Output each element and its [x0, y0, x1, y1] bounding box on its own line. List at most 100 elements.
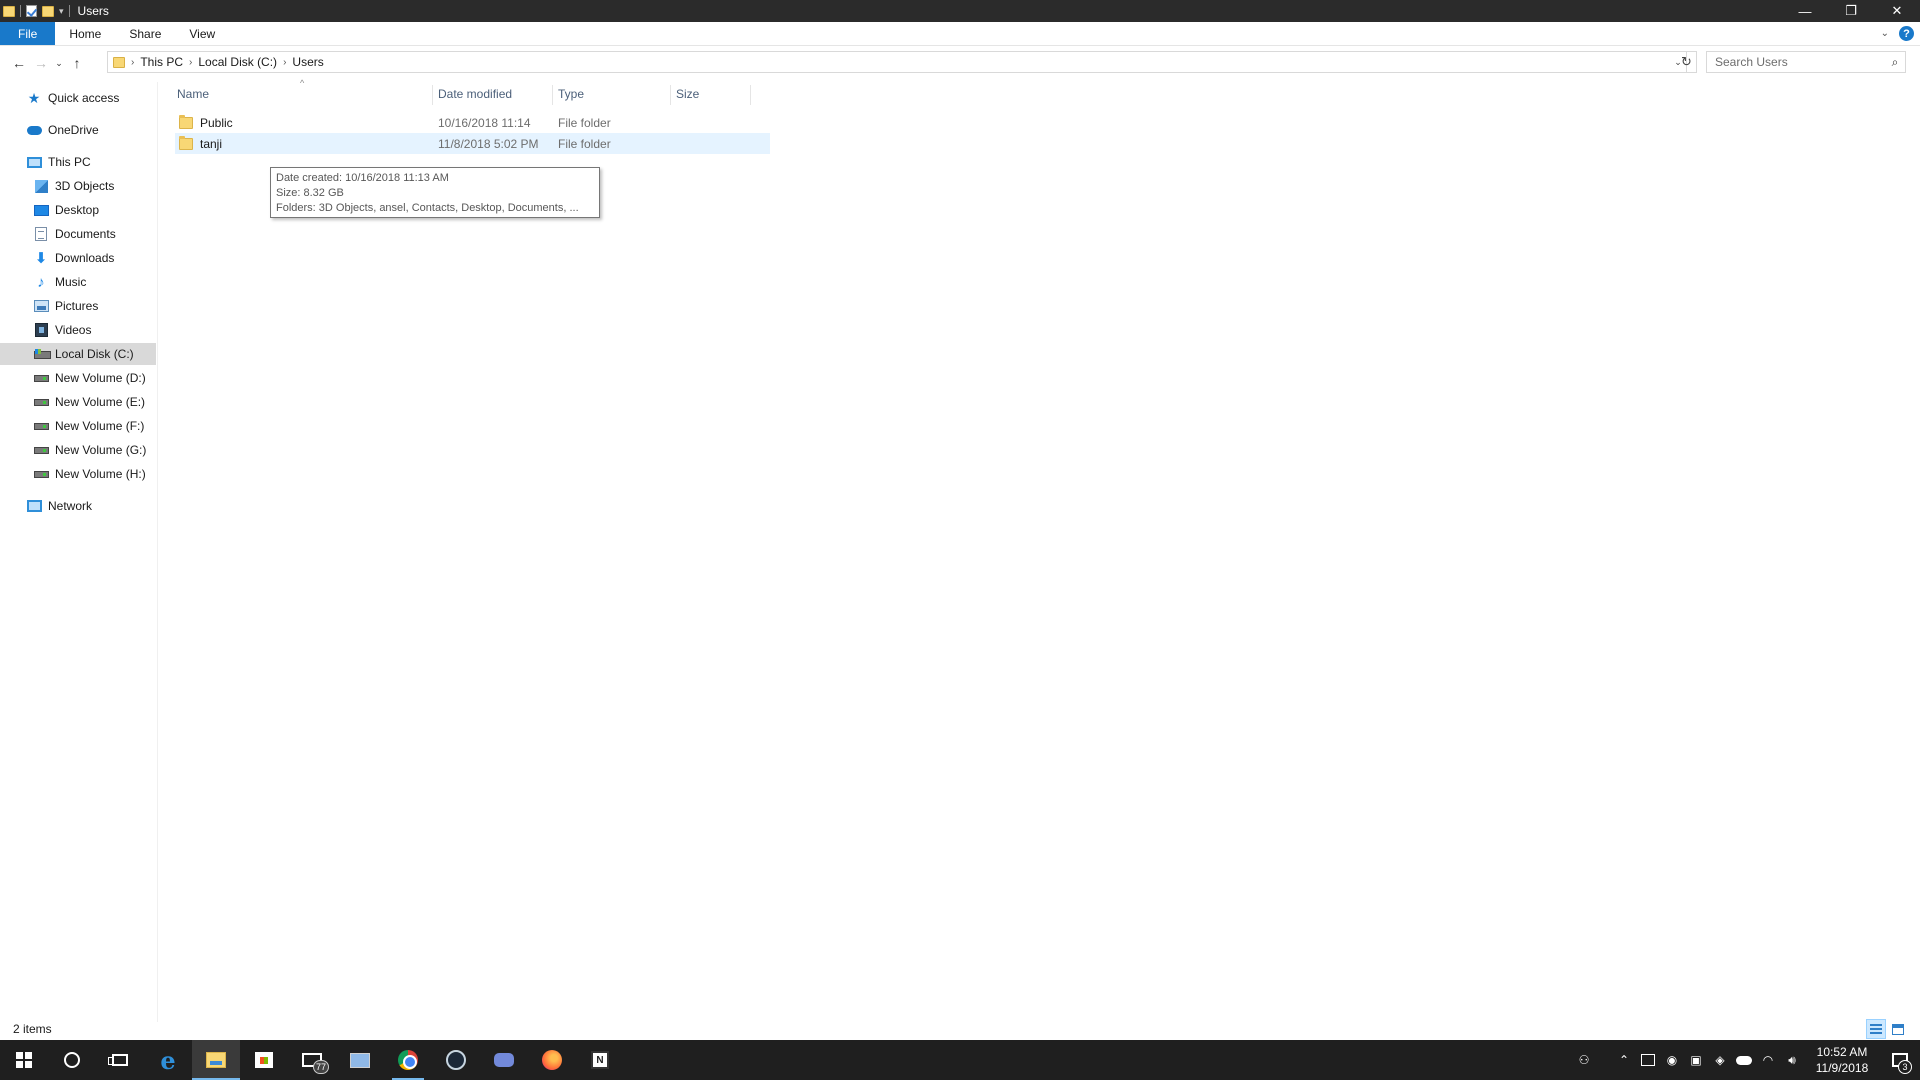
clock-time: 10:52 AM — [1816, 1045, 1868, 1059]
search-icon[interactable]: ⌕ — [1885, 55, 1905, 70]
taskbar-chrome[interactable] — [384, 1040, 432, 1080]
ribbon-tabs: File Home Share View ⌄ ? — [0, 22, 1920, 46]
recent-locations-chevron-icon[interactable]: ⌄ — [52, 51, 66, 75]
refresh-button[interactable]: ↻ — [1677, 51, 1697, 73]
people-icon: ⚇ — [1578, 1053, 1590, 1067]
taskbar-edge[interactable]: e — [144, 1040, 192, 1080]
tab-file[interactable]: File — [0, 22, 56, 45]
clock[interactable]: 10:52 AM 11/9/2018 — [1804, 1044, 1880, 1076]
taskbar-mail[interactable]: 77 — [288, 1040, 336, 1080]
taskbar-discord[interactable] — [480, 1040, 528, 1080]
tray-app-button[interactable] — [1636, 1040, 1660, 1080]
taskbar-file-explorer[interactable] — [192, 1040, 240, 1080]
start-button[interactable] — [0, 1040, 48, 1080]
column-header-size[interactable]: Size — [676, 82, 736, 106]
tray-discord-button[interactable]: ▣ — [1684, 1040, 1708, 1080]
sidebar-item-label: 3D Objects — [55, 179, 115, 193]
table-row[interactable]: tanji 11/8/2018 5:02 PM File folder — [175, 133, 770, 154]
minimize-button[interactable]: — — [1782, 0, 1828, 22]
people-button[interactable]: ⚇ — [1572, 1040, 1596, 1080]
notification-count: 3 — [1898, 1060, 1912, 1074]
tray-steam-button[interactable]: ◉ — [1660, 1040, 1684, 1080]
sidebar-item-volume-g[interactable]: New Volume (G:) — [0, 439, 156, 461]
divider — [68, 5, 70, 17]
column-header-type[interactable]: Type — [558, 82, 658, 106]
restore-button[interactable]: ❐ — [1828, 0, 1874, 22]
table-row[interactable]: Public 10/16/2018 11:14 File folder — [175, 112, 770, 133]
expand-ribbon-chevron-icon[interactable]: ⌄ — [1881, 28, 1889, 39]
sidebar-item-label: Desktop — [55, 203, 100, 217]
breadcrumb-separator-icon[interactable]: › — [131, 57, 134, 68]
taskbar-firefox[interactable] — [528, 1040, 576, 1080]
sidebar-item-music[interactable]: ♪ Music — [0, 271, 156, 293]
breadcrumb-separator-icon[interactable]: › — [283, 57, 286, 68]
taskbar-nv-app[interactable]: N — [576, 1040, 624, 1080]
forward-button[interactable]: → — [30, 51, 52, 75]
search-box[interactable]: ⌕ — [1706, 51, 1906, 73]
breadcrumb-separator-icon[interactable]: › — [189, 57, 192, 68]
sidebar-item-onedrive[interactable]: OneDrive — [0, 119, 156, 141]
navigation-bar: ← → ⌄ ↑ › This PC › Local Disk (C:) › Us… — [0, 47, 1920, 79]
volume-button[interactable]: 🔊︎ — [1780, 1040, 1804, 1080]
breadcrumb-this-pc[interactable]: This PC — [140, 55, 183, 69]
up-button[interactable]: ↑ — [66, 51, 88, 75]
sidebar-item-volume-h[interactable]: New Volume (H:) — [0, 463, 156, 485]
sidebar-item-downloads[interactable]: ⬇ Downloads — [0, 247, 156, 269]
sidebar-item-network[interactable]: Network — [0, 495, 156, 517]
tab-share[interactable]: Share — [115, 22, 175, 45]
sidebar-item-this-pc[interactable]: This PC — [0, 151, 156, 173]
tab-home[interactable]: Home — [55, 22, 115, 45]
sidebar-item-pictures[interactable]: Pictures — [0, 295, 156, 317]
photos-icon — [350, 1052, 370, 1068]
sidebar-item-3d-objects[interactable]: 3D Objects — [0, 175, 156, 197]
address-bar[interactable]: › This PC › Local Disk (C:) › Users ⌄ — [107, 51, 1687, 73]
name-cell: tanji — [179, 133, 222, 154]
file-explorer-icon — [206, 1052, 226, 1068]
customize-toolbar-chevron-icon[interactable]: ▾ — [59, 6, 64, 17]
drive-icon — [33, 394, 49, 410]
back-button[interactable]: ← — [8, 51, 30, 75]
onedrive-tray-icon — [1736, 1055, 1752, 1065]
sidebar-item-volume-d[interactable]: New Volume (D:) — [0, 367, 156, 389]
star-icon: ★ — [27, 89, 41, 106]
properties-icon[interactable] — [26, 5, 37, 17]
column-divider[interactable] — [432, 85, 433, 105]
close-button[interactable]: ✕ — [1874, 0, 1920, 22]
app-folder-icon[interactable] — [3, 5, 15, 17]
column-header-name[interactable]: Name — [177, 82, 437, 106]
breadcrumb-users[interactable]: Users — [292, 55, 323, 69]
task-view-button[interactable] — [96, 1040, 144, 1080]
help-icon[interactable]: ? — [1899, 26, 1914, 41]
taskbar-photos[interactable] — [336, 1040, 384, 1080]
column-divider[interactable] — [552, 85, 553, 105]
taskbar-steam[interactable] — [432, 1040, 480, 1080]
column-header-date-modified[interactable]: Date modified — [438, 82, 538, 106]
breadcrumb-local-disk[interactable]: Local Disk (C:) — [198, 55, 277, 69]
large-icons-view-button[interactable] — [1888, 1019, 1908, 1039]
date-modified-cell: 10/16/2018 11:14 — [438, 115, 531, 130]
details-view-button[interactable] — [1866, 1019, 1886, 1039]
details-view-icon — [1870, 1024, 1882, 1034]
tab-view[interactable]: View — [175, 22, 229, 45]
chrome-icon — [398, 1050, 418, 1070]
cortana-button[interactable] — [48, 1040, 96, 1080]
action-center-button[interactable]: 3 — [1880, 1040, 1920, 1080]
sidebar-item-volume-e[interactable]: New Volume (E:) — [0, 391, 156, 413]
sidebar-item-documents[interactable]: Documents — [0, 223, 156, 245]
sidebar-item-local-disk-c[interactable]: Local Disk (C:) — [0, 343, 156, 365]
window-controls: — ❐ ✕ — [1782, 0, 1920, 22]
new-folder-icon[interactable] — [42, 5, 54, 17]
pictures-icon — [33, 298, 49, 314]
taskbar-store[interactable] — [240, 1040, 288, 1080]
column-divider[interactable] — [750, 85, 751, 105]
search-input[interactable] — [1707, 55, 1885, 69]
column-divider[interactable] — [670, 85, 671, 105]
sidebar-item-videos[interactable]: Videos — [0, 319, 156, 341]
sidebar-item-volume-f[interactable]: New Volume (F:) — [0, 415, 156, 437]
tray-nvidia-button[interactable]: ◈ — [1708, 1040, 1732, 1080]
sidebar-item-desktop[interactable]: Desktop — [0, 199, 156, 221]
tray-onedrive-button[interactable] — [1732, 1040, 1756, 1080]
sidebar-item-quick-access[interactable]: ★ Quick access — [0, 87, 156, 109]
show-hidden-icons-button[interactable]: ⌃ — [1612, 1040, 1636, 1080]
network-status-button[interactable]: ◠ — [1756, 1040, 1780, 1080]
